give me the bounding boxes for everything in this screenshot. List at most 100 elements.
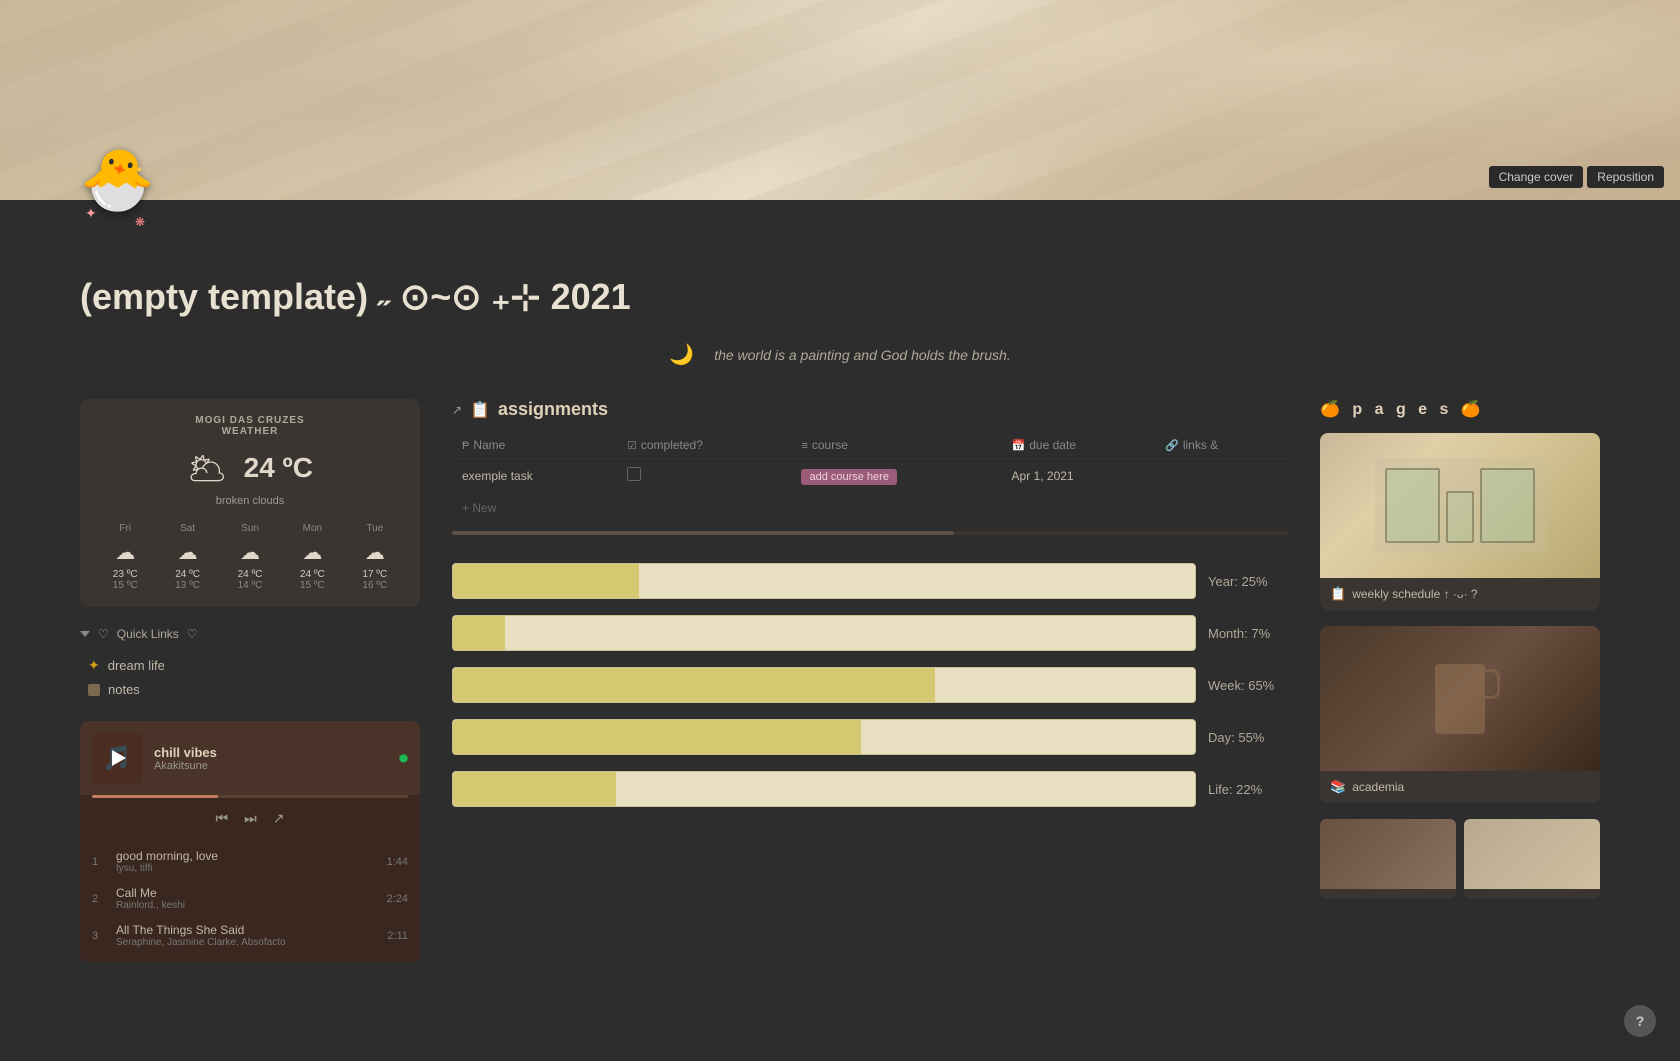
weather-forecast: Fri ☁ 23 ºC 15 ºC Sat ☁ 24 ºC 13 ºC Sun … <box>96 523 404 591</box>
music-header: 🎵 chill vibes Akakitsune ⏺ <box>80 721 420 795</box>
page-card-label-academia: 📚 academia <box>1320 771 1600 803</box>
weather-day-sat: Sat ☁ 24 ºC 13 ºC <box>158 523 216 591</box>
help-button[interactable]: ? <box>1624 1005 1656 1037</box>
page-title: (empty template) ˶ ⊙~⊙ ₊⊹ 2021 <box>80 276 1600 318</box>
coffee-image <box>1320 626 1600 771</box>
album-art: 🎵 <box>92 733 142 783</box>
small-card-image-left <box>1320 819 1456 889</box>
track-name: Call Me <box>116 886 377 900</box>
main-content: (empty template) ˶ ⊙~⊙ ₊⊹ 2021 🌙 the wor… <box>0 200 1680 1002</box>
weather-widget: MOGI DAS CRUZES WEATHER 🌥 24 ºC broken c… <box>80 399 420 607</box>
small-card-left[interactable] <box>1320 819 1456 899</box>
track-item[interactable]: 2 Call Me Rainlord., keshi 2:24 <box>80 880 420 917</box>
track-duration: 1:44 <box>387 856 408 868</box>
sparkle-decor: ✦ <box>135 165 143 176</box>
track-duration: 2:11 <box>387 930 408 942</box>
task-due-date-cell[interactable]: Apr 1, 2021 <box>1002 459 1156 493</box>
small-card-right[interactable] <box>1464 819 1600 899</box>
quote-text: the world is a painting and God holds th… <box>714 347 1011 363</box>
play-button[interactable] <box>92 733 142 783</box>
page-card-schedule[interactable]: 📋 weekly schedule ↑ ·ᴗ· ? <box>1320 433 1600 610</box>
calendar-icon: 📅 <box>1012 440 1026 452</box>
text-icon: Ᵽ <box>462 440 469 452</box>
col-header-course: ≡course <box>791 432 1001 459</box>
track-name: All The Things She Said <box>116 923 377 937</box>
weather-description: broken clouds <box>96 495 404 507</box>
track-item[interactable]: 3 All The Things She Said Seraphine, Jas… <box>80 917 420 954</box>
weather-main: 🌥 24 ºC <box>96 449 404 487</box>
table-scrollbar-fill <box>452 531 954 535</box>
cover-texture <box>0 0 1680 200</box>
three-column-layout: MOGI DAS CRUZES WEATHER 🌥 24 ºC broken c… <box>80 399 1600 962</box>
change-cover-button[interactable]: Change cover <box>1489 166 1584 188</box>
track-number: 1 <box>92 856 106 868</box>
reposition-button[interactable]: Reposition <box>1587 166 1664 188</box>
progress-bar-life <box>452 771 1196 807</box>
store-detail <box>1320 433 1600 578</box>
assignments-title: assignments <box>498 399 608 420</box>
external-link-icon[interactable]: ↗ <box>452 403 462 417</box>
quick-links-section: ♡ Quick Links ♡ ✦ dream life notes <box>80 627 420 701</box>
cover-image: Change cover Reposition <box>0 0 1680 200</box>
assignments-table: ⱣName ☑completed? ≡course 📅due date <box>452 432 1288 493</box>
next-track-button[interactable]: ⏭ <box>244 810 257 827</box>
music-player: 🎵 chill vibes Akakitsune ⏺ ⏮ <box>80 721 420 962</box>
heart-icon-right: ♡ <box>187 627 198 641</box>
progress-row-month: Month: 7% <box>452 615 1288 651</box>
page-card-image-schedule <box>1320 433 1600 578</box>
prev-track-button[interactable]: ⏮ <box>216 810 229 827</box>
checkbox-unchecked[interactable] <box>627 467 641 481</box>
col-header-due-date: 📅due date <box>1002 432 1156 459</box>
heart-icon-left: ♡ <box>98 627 109 641</box>
page-card-academia[interactable]: 📚 academia <box>1320 626 1600 803</box>
share-button[interactable]: ↗ <box>273 810 285 827</box>
playlist-name: chill vibes <box>154 745 387 760</box>
play-triangle-icon <box>112 750 126 766</box>
link-item-notes[interactable]: notes <box>80 678 420 701</box>
progress-section: Year: 25% Month: 7% Week: 65% <box>452 563 1288 807</box>
weather-temperature: 24 ºC <box>244 452 313 484</box>
task-name-cell[interactable]: exemple task <box>452 459 617 493</box>
weather-cloud-icon: 🌥 <box>187 449 228 487</box>
pages-icon-left: 🍊 <box>1320 401 1344 418</box>
col-header-completed: ☑completed? <box>617 432 791 459</box>
course-tag[interactable]: add course here <box>801 469 897 485</box>
progress-bar-month <box>452 615 1196 651</box>
progress-row-life: Life: 22% <box>452 771 1288 807</box>
progress-label-year: Year: 25% <box>1208 574 1288 589</box>
track-number: 2 <box>92 893 106 905</box>
task-links-cell[interactable] <box>1155 459 1288 493</box>
middle-column: ↗ 📋 assignments ⱣName ☑completed? <box>452 399 1288 823</box>
track-number: 3 <box>92 930 106 942</box>
link-icon: 🔗 <box>1165 440 1179 452</box>
check-icon: ☑ <box>627 440 637 452</box>
small-card-image-right <box>1464 819 1600 889</box>
pages-header: 🍊 p a g e s 🍊 <box>1320 399 1600 419</box>
music-progress-bar[interactable] <box>92 795 408 798</box>
task-course-cell[interactable]: add course here <box>791 459 1001 493</box>
weather-day-tue: Tue ☁ 17 ºC 16 ºC <box>346 523 404 591</box>
table-scrollbar[interactable] <box>452 531 1288 535</box>
progress-bar-year <box>452 563 1196 599</box>
left-column: MOGI DAS CRUZES WEATHER 🌥 24 ºC broken c… <box>80 399 420 962</box>
page-card-icon: 📚 <box>1330 779 1346 795</box>
task-completed-cell[interactable] <box>617 459 791 493</box>
add-new-row[interactable]: + New <box>452 493 1288 523</box>
quick-links-label: Quick Links <box>117 627 179 641</box>
track-artists: Seraphine, Jasmine Clarke, Absofacto <box>116 937 377 948</box>
quick-links-header[interactable]: ♡ Quick Links ♡ <box>80 627 420 641</box>
col-header-name: ⱣName <box>452 432 617 459</box>
spotify-icon: ⏺ <box>399 748 408 769</box>
assignments-icon: 📋 <box>470 400 490 420</box>
progress-label-life: Life: 22% <box>1208 782 1288 797</box>
link-item-dream-life[interactable]: ✦ dream life <box>80 653 420 678</box>
page-icon: 🐣 <box>80 150 160 210</box>
cover-buttons: Change cover Reposition <box>1489 166 1664 188</box>
track-item[interactable]: 1 good morning, love tysu, tiffi 1:44 <box>80 843 420 880</box>
sparkle-decor: ❋ <box>135 215 145 229</box>
table-row: exemple task add course here Apr 1, 2021 <box>452 459 1288 493</box>
page-card-icon: 📋 <box>1330 586 1346 602</box>
progress-row-week: Week: 65% <box>452 667 1288 703</box>
music-info: chill vibes Akakitsune <box>154 745 387 772</box>
track-duration: 2:24 <box>387 893 408 905</box>
